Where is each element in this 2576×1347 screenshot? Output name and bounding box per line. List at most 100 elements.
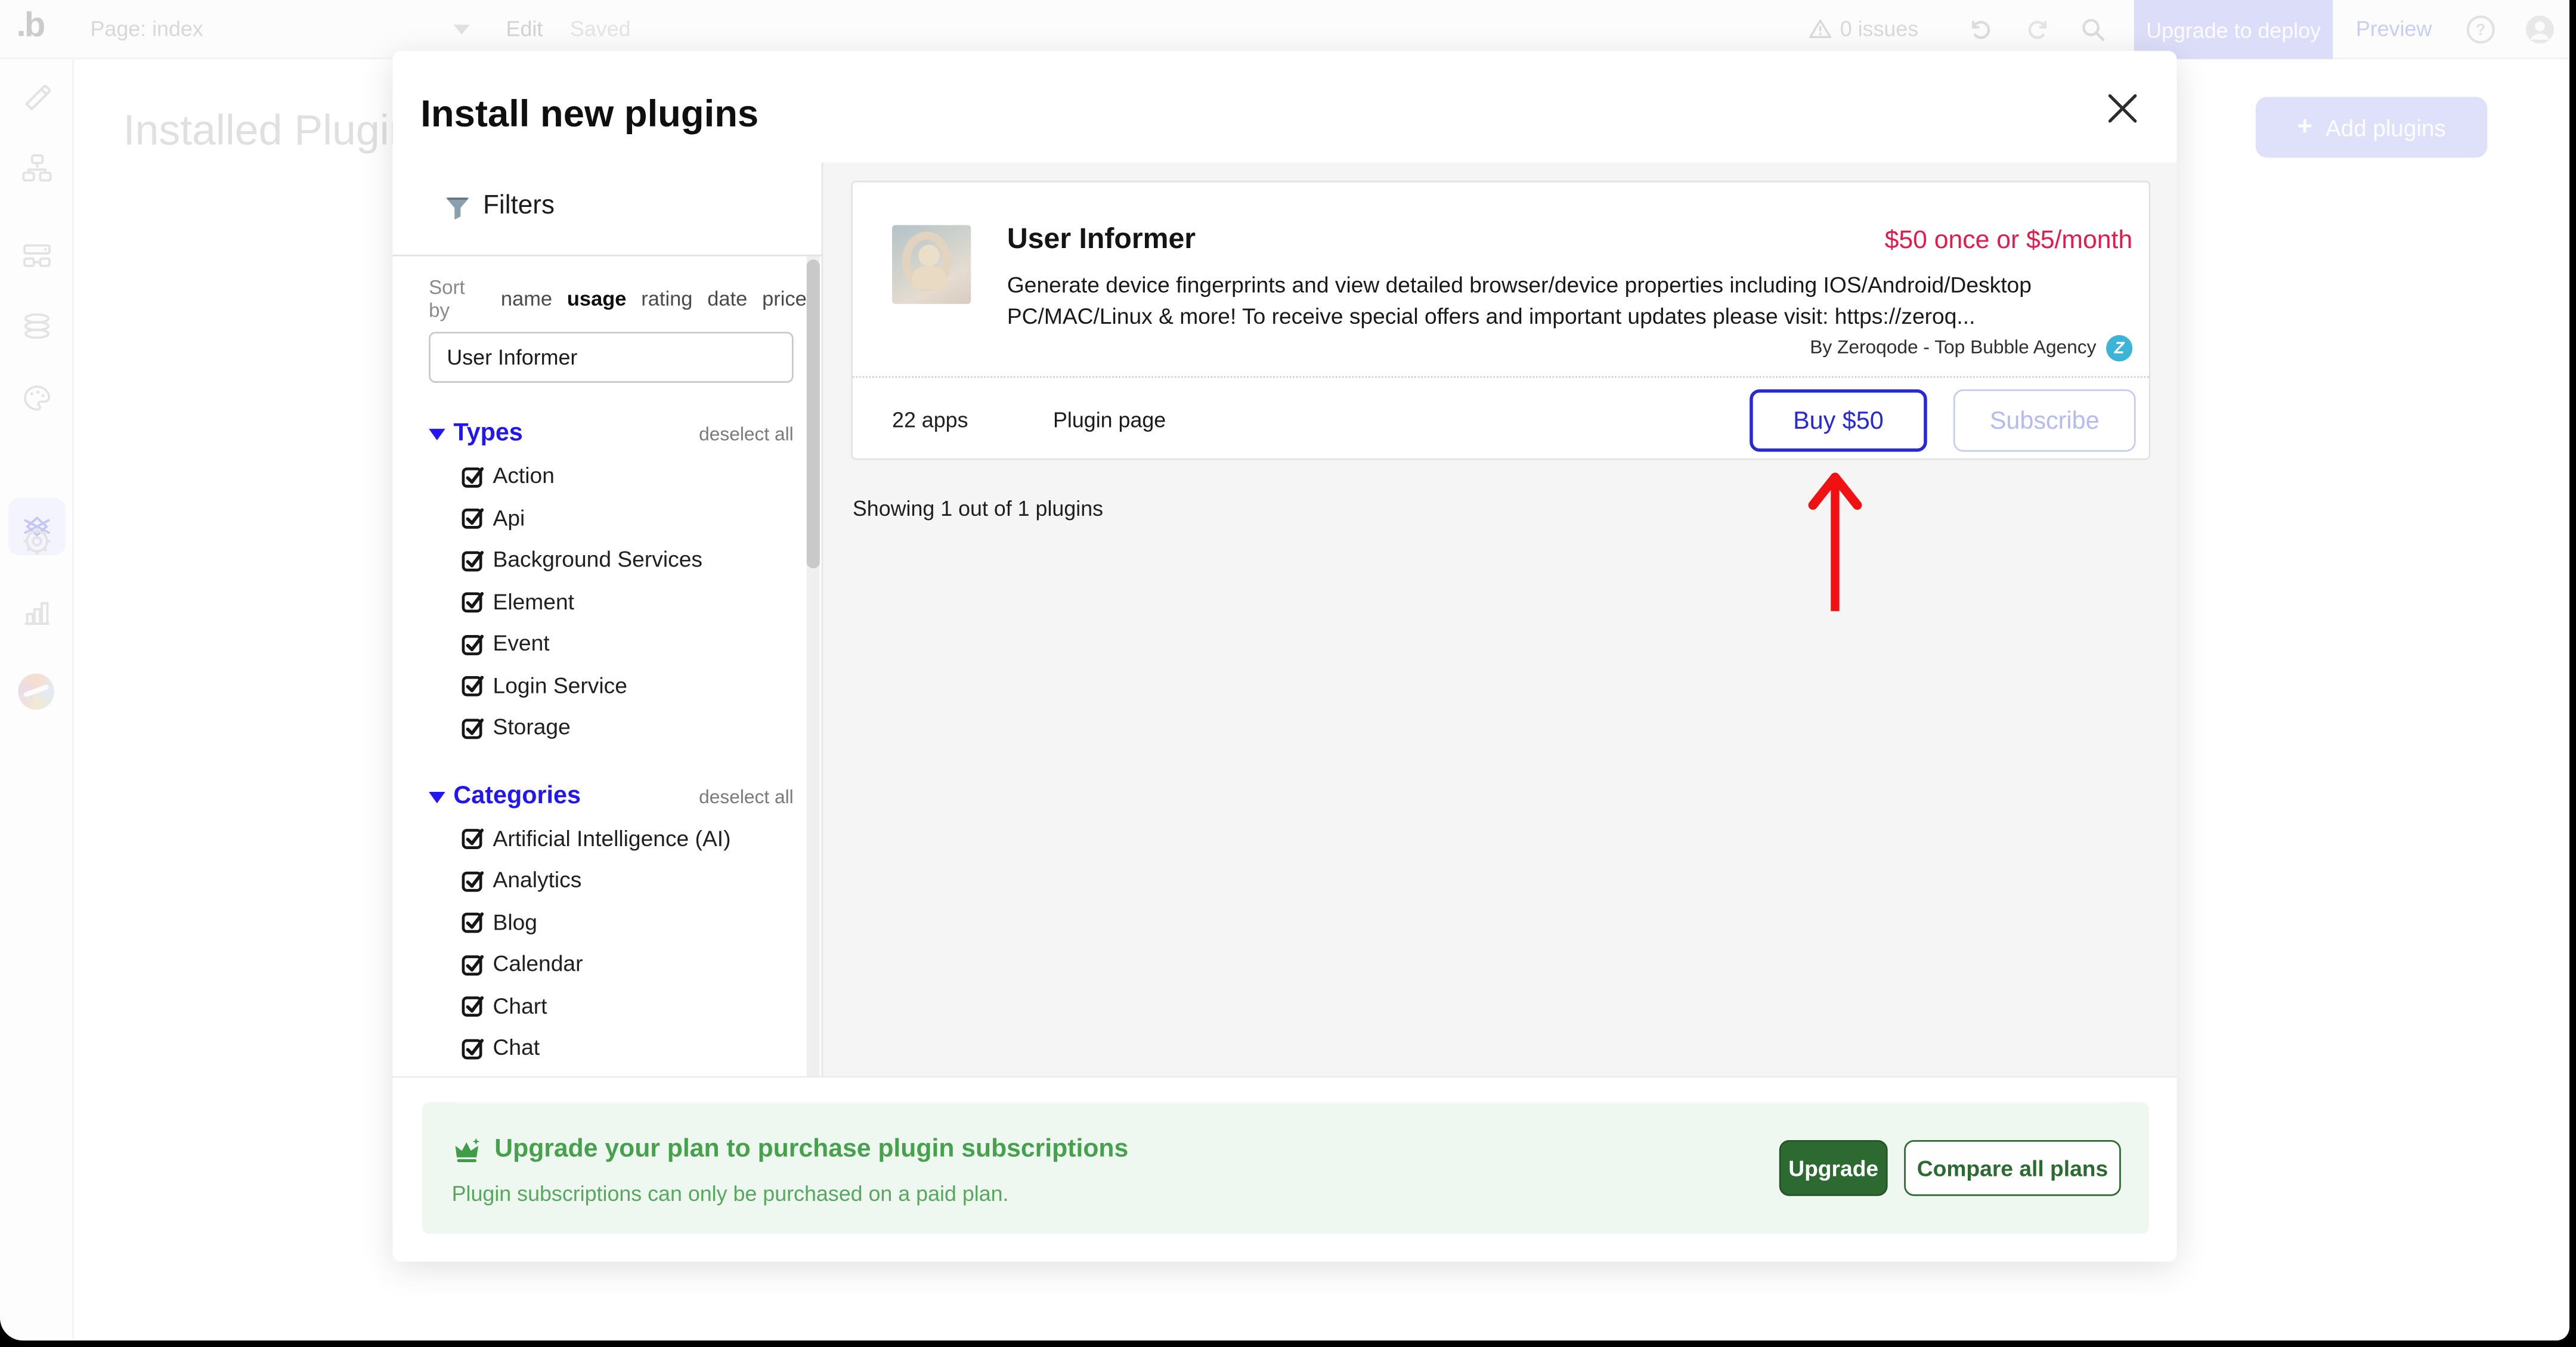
results-summary: Showing 1 out of 1 plugins bbox=[853, 496, 1103, 521]
sort-option-price[interactable]: price bbox=[762, 287, 807, 311]
type-checkbox-row[interactable]: Action bbox=[392, 455, 821, 497]
checkbox-checked-icon[interactable] bbox=[462, 827, 485, 850]
filters-label: Filters bbox=[483, 192, 555, 222]
collapse-triangle-icon[interactable] bbox=[429, 429, 445, 440]
type-checkbox-row[interactable]: Login Service bbox=[392, 664, 821, 706]
plugin-price: $50 once or $5/month bbox=[1885, 227, 2133, 256]
types-section-header: Types deselect all bbox=[429, 419, 821, 456]
checkbox-label: Element bbox=[493, 589, 574, 614]
preview-button[interactable]: Preview bbox=[2356, 17, 2432, 41]
checkbox-checked-icon[interactable] bbox=[462, 506, 485, 529]
type-checkbox-row[interactable]: Storage bbox=[392, 707, 821, 748]
checkbox-label: Event bbox=[493, 631, 550, 656]
category-checkbox-row[interactable]: Chat bbox=[392, 1027, 821, 1069]
issues-count: 0 issues bbox=[1840, 17, 1918, 41]
checkbox-checked-icon[interactable] bbox=[462, 590, 485, 614]
checkbox-checked-icon[interactable] bbox=[462, 674, 485, 697]
checkbox-checked-icon[interactable] bbox=[462, 716, 485, 739]
modal-footer: Upgrade your plan to purchase plugin sub… bbox=[392, 1076, 2176, 1262]
plugin-page-link[interactable]: Plugin page bbox=[1053, 407, 1166, 432]
checkbox-label: Background Services bbox=[493, 547, 702, 572]
styles-palette-icon[interactable] bbox=[21, 383, 52, 414]
settings-gear-icon[interactable] bbox=[21, 526, 52, 557]
apps-count: 22 apps bbox=[892, 407, 968, 432]
sort-option-name[interactable]: name bbox=[501, 287, 552, 311]
bubble-logo-icon: .b bbox=[17, 7, 44, 46]
design-pencil-icon[interactable] bbox=[21, 80, 52, 112]
checkbox-checked-icon[interactable] bbox=[462, 995, 485, 1018]
undo-icon[interactable] bbox=[1967, 17, 1993, 43]
app-logo-icon[interactable] bbox=[18, 674, 54, 710]
type-checkbox-row[interactable]: Event bbox=[392, 623, 821, 664]
filters-panel: Filters Sort by name usage rating date p… bbox=[392, 163, 821, 1076]
category-checkbox-row[interactable]: Calendar bbox=[392, 943, 821, 984]
types-deselect-all[interactable]: deselect all bbox=[699, 426, 794, 445]
plugin-description: Generate device fingerprints and view de… bbox=[1007, 270, 2072, 333]
checkbox-label: Login Service bbox=[493, 673, 627, 698]
add-plugins-button[interactable]: + Add plugins bbox=[2256, 97, 2487, 158]
saved-status: Saved bbox=[570, 17, 631, 41]
checkbox-checked-icon[interactable] bbox=[462, 465, 485, 488]
top-toolbar: .b Page: index Edit Saved 0 issues Upgra… bbox=[0, 0, 2569, 59]
upgrade-banner: Upgrade your plan to purchase plugin sub… bbox=[422, 1103, 2149, 1234]
close-icon[interactable] bbox=[2104, 91, 2141, 127]
screen: .b Page: index Edit Saved 0 issues Upgra… bbox=[0, 0, 2576, 1347]
workflow-icon[interactable] bbox=[21, 153, 52, 184]
category-checkbox-row[interactable]: Analytics bbox=[392, 859, 821, 901]
categories-title[interactable]: Categories bbox=[453, 781, 581, 809]
checkbox-checked-icon[interactable] bbox=[462, 952, 485, 976]
upgrade-to-deploy-button[interactable]: Upgrade to deploy bbox=[2134, 0, 2333, 59]
checkbox-label: Action bbox=[493, 464, 555, 488]
install-plugins-modal: Install new plugins Filters Sort by name… bbox=[392, 51, 2176, 1262]
add-plugins-label: Add plugins bbox=[2326, 114, 2446, 140]
plugin-name: User Informer bbox=[1007, 222, 1196, 256]
category-checkbox-row[interactable]: Chart bbox=[392, 985, 821, 1027]
compare-plans-button[interactable]: Compare all plans bbox=[1904, 1140, 2121, 1196]
type-checkbox-row[interactable]: Background Services bbox=[392, 539, 821, 581]
categories-deselect-all[interactable]: deselect all bbox=[699, 788, 794, 807]
plugin-author: By Zeroqode - Top Bubble Agency bbox=[1810, 339, 2096, 358]
data-icon[interactable] bbox=[21, 240, 52, 271]
subscribe-button[interactable]: Subscribe bbox=[1953, 389, 2136, 452]
checkbox-label: Chat bbox=[493, 1035, 540, 1060]
plugin-icon bbox=[892, 225, 971, 304]
category-checkbox-row[interactable]: Blog bbox=[392, 901, 821, 943]
checkbox-checked-icon[interactable] bbox=[462, 1036, 485, 1060]
crown-icon bbox=[452, 1136, 483, 1164]
checkbox-checked-icon[interactable] bbox=[462, 869, 485, 892]
page-title: Installed Plugins bbox=[123, 105, 435, 156]
database-icon[interactable] bbox=[21, 311, 52, 342]
chevron-down-icon[interactable] bbox=[453, 24, 470, 35]
type-checkbox-row[interactable]: Element bbox=[392, 581, 821, 623]
sort-option-usage[interactable]: usage bbox=[567, 287, 627, 311]
plugin-search-input[interactable] bbox=[429, 332, 794, 383]
page-selector[interactable]: Page: index bbox=[91, 17, 203, 41]
redo-icon[interactable] bbox=[2026, 17, 2052, 43]
search-icon[interactable] bbox=[2080, 17, 2106, 43]
upgrade-banner-heading-row: Upgrade your plan to purchase plugin sub… bbox=[452, 1135, 1129, 1165]
annotation-arrow-icon bbox=[1802, 462, 1868, 618]
checkbox-checked-icon[interactable] bbox=[462, 549, 485, 572]
help-icon[interactable]: ? bbox=[2466, 15, 2496, 45]
logs-chart-icon[interactable] bbox=[21, 596, 52, 627]
scrollbar-thumb[interactable] bbox=[807, 259, 820, 568]
edit-mode-label[interactable]: Edit bbox=[506, 17, 543, 41]
sort-option-date[interactable]: date bbox=[707, 287, 747, 311]
dotted-divider bbox=[853, 376, 2149, 378]
collapse-triangle-icon[interactable] bbox=[429, 791, 445, 803]
types-title[interactable]: Types bbox=[453, 419, 522, 447]
sort-row: Sort by name usage rating date price bbox=[429, 284, 821, 314]
buy-button[interactable]: Buy $50 bbox=[1750, 389, 1927, 452]
issues-indicator[interactable]: 0 issues bbox=[1809, 17, 1918, 41]
checkbox-checked-icon[interactable] bbox=[462, 911, 485, 934]
sort-by-label: Sort by bbox=[429, 276, 483, 322]
type-checkbox-row[interactable]: Api bbox=[392, 497, 821, 538]
category-checkbox-row[interactable]: Artificial Intelligence (AI) bbox=[392, 818, 821, 859]
checkbox-label: Artificial Intelligence (AI) bbox=[493, 826, 731, 850]
upgrade-button[interactable]: Upgrade bbox=[1779, 1140, 1888, 1196]
checkbox-checked-icon[interactable] bbox=[462, 632, 485, 655]
sort-option-rating[interactable]: rating bbox=[641, 287, 692, 311]
plugin-byline-row: By Zeroqode - Top Bubble Agency Z bbox=[1810, 335, 2132, 361]
checkbox-label: Chart bbox=[493, 993, 547, 1018]
user-avatar-icon[interactable] bbox=[2525, 15, 2555, 45]
